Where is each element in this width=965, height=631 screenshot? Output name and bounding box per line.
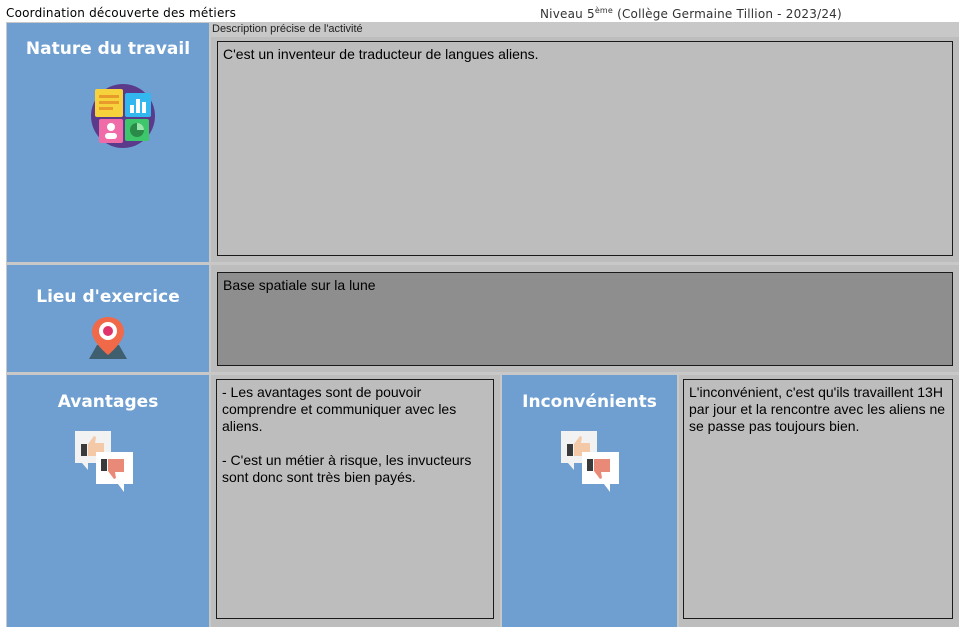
nature-label-cell: Nature du travail [7,23,209,262]
dashboard-icon [90,83,156,153]
nature-textbox[interactable]: C'est un inventeur de traducteur de lang… [217,41,953,256]
avantages-textbox[interactable]: - Les avantages sont de pouvoir comprend… [216,379,494,619]
level-suffix: (Collège Germaine Tillion - 2023/24) [613,7,842,21]
avantages-title: Avantages [57,392,159,412]
avantages-label-cell: Avantages [7,375,209,627]
thumbs-up-down-icon [74,430,134,498]
thumbs-up-down-icon [560,430,620,498]
lieu-textbox[interactable]: Base spatiale sur la lune [217,272,953,366]
inconvenients-textbox[interactable]: L'inconvénient, c'est qu'ils travaillent… [683,379,953,619]
level-superscript: ème [594,6,614,15]
document-subtitle: Niveau 5ème (Collège Germaine Tillion - … [540,6,842,21]
nature-sublabel: Description précise de l'activité [212,23,363,35]
inconvenients-label-cell: Inconvénients [502,375,677,627]
nature-title: Nature du travail [25,39,191,59]
level-prefix: Niveau 5 [540,7,595,21]
document-title: Coordination découverte des métiers [6,6,237,20]
lieu-label-cell: Lieu d'exercice [7,265,209,372]
lieu-title: Lieu d'exercice [36,287,180,307]
map-pin-icon [85,315,131,365]
inconvenients-title: Inconvénients [522,392,657,412]
